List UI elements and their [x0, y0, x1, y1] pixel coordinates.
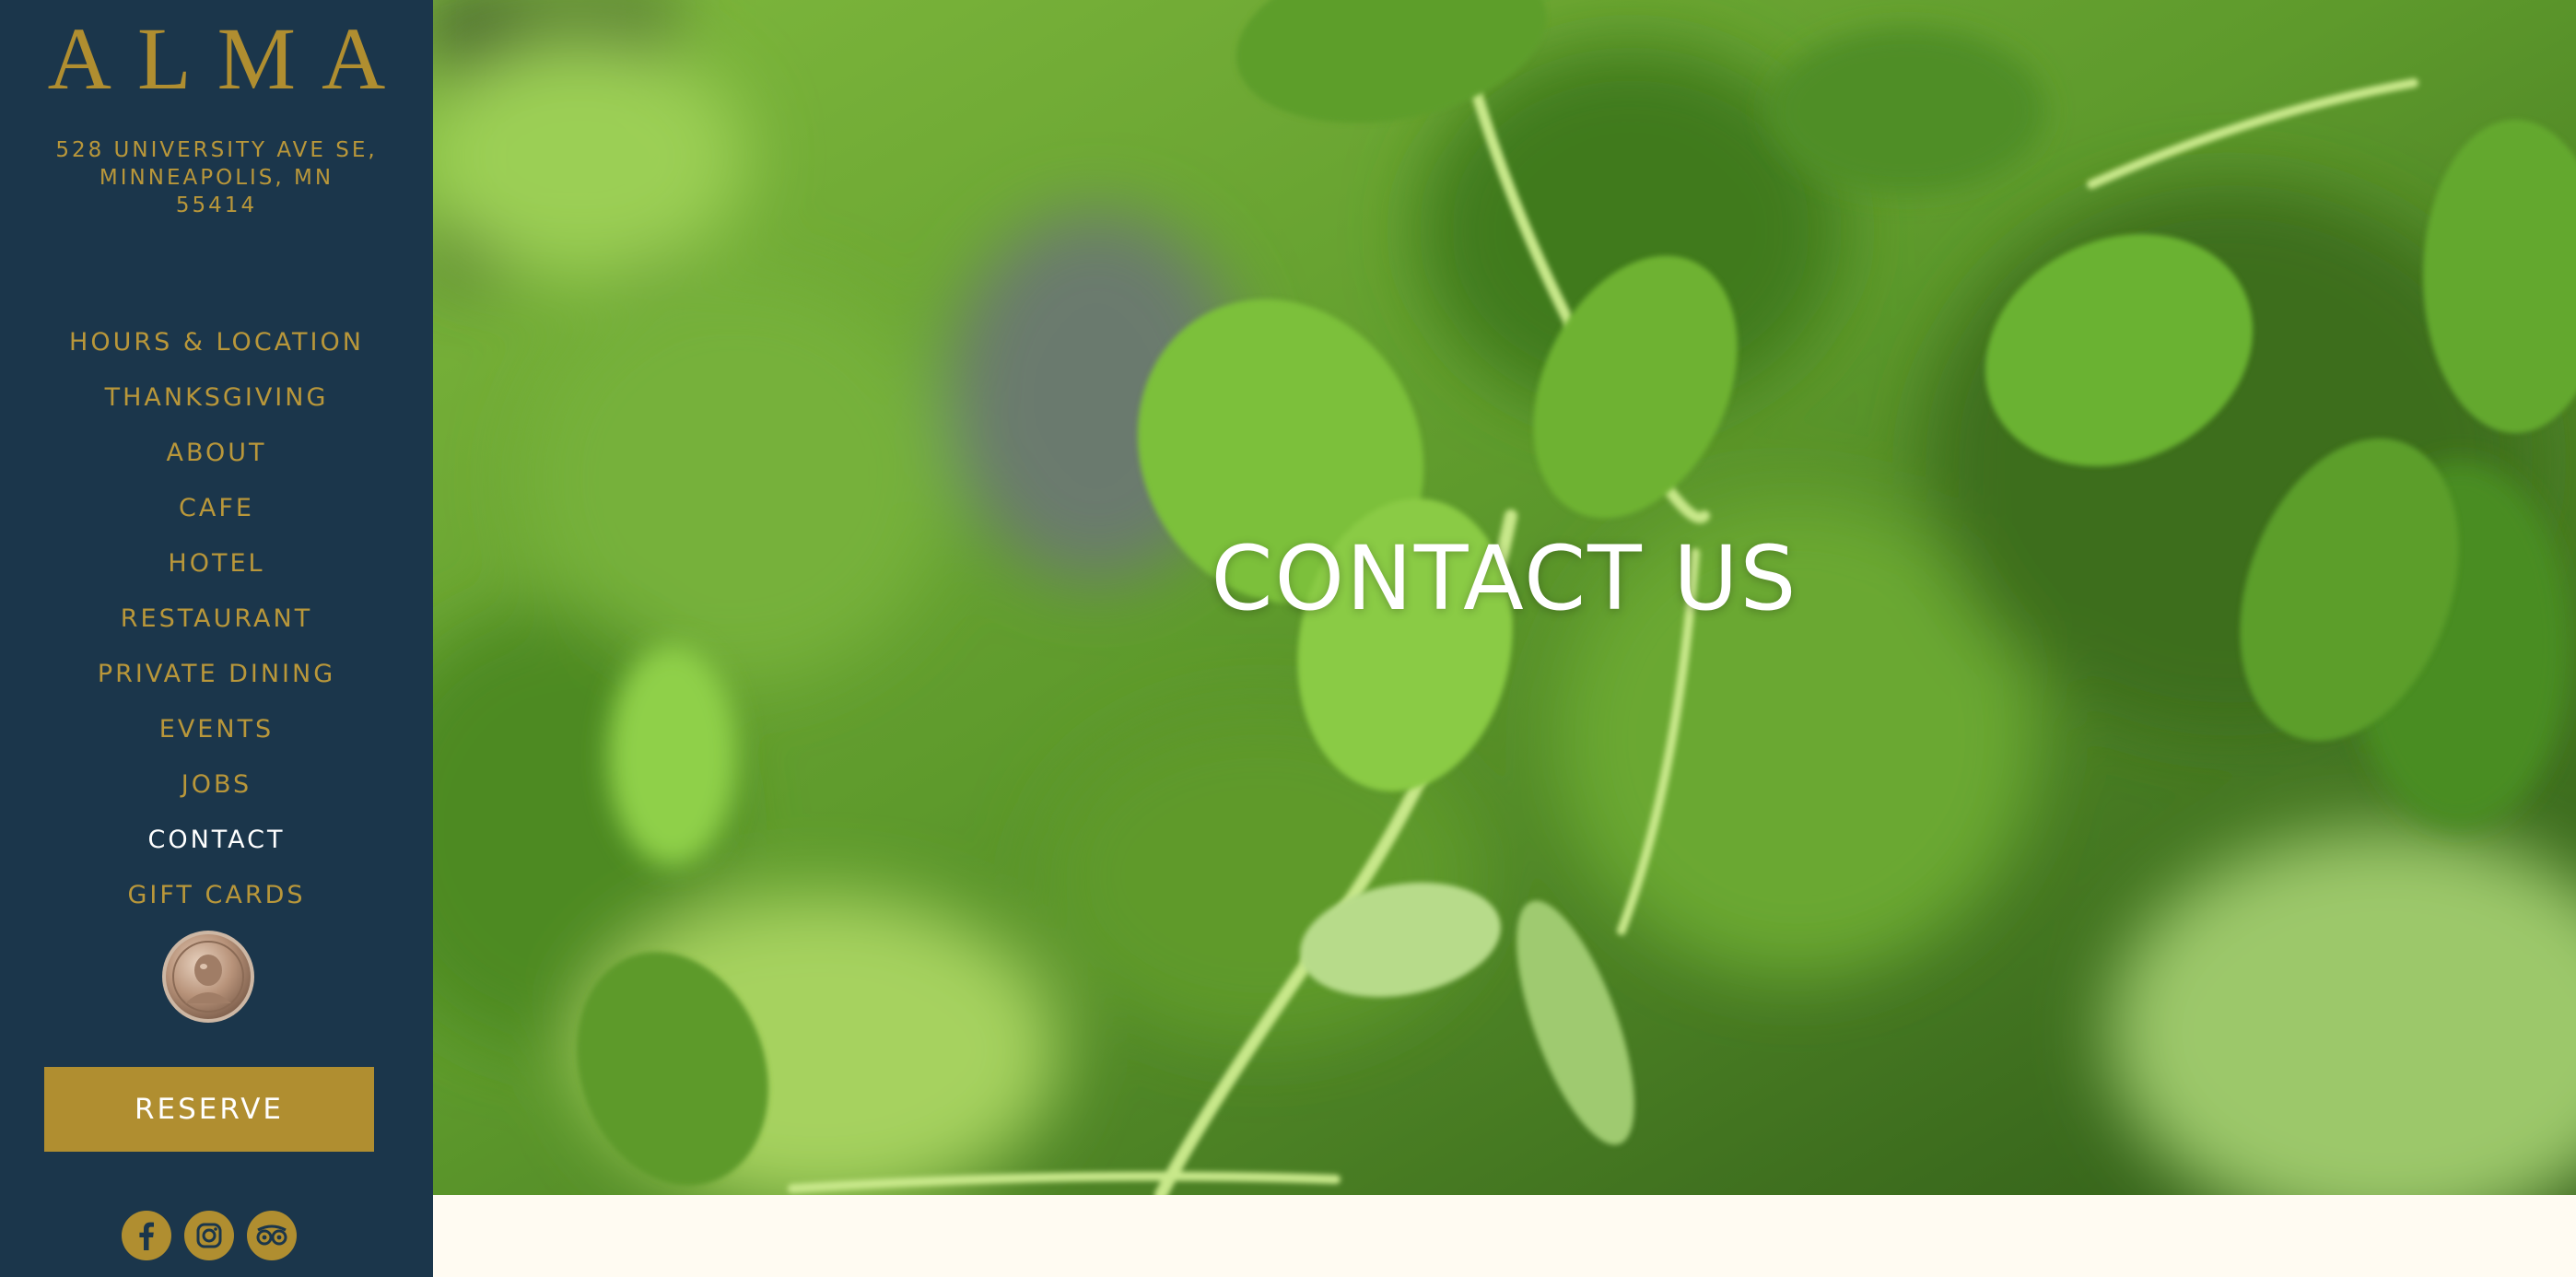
- nav-item-events[interactable]: EVENTS: [0, 709, 433, 765]
- tripadvisor-icon[interactable]: [247, 1211, 297, 1260]
- address-line-2: MINNEAPOLIS, MN: [99, 166, 334, 190]
- social-links: [122, 1211, 306, 1260]
- nav-item-hotel[interactable]: HOTEL: [0, 544, 433, 599]
- page-title: CONTACT US: [1211, 527, 1798, 630]
- nav-item-cafe[interactable]: CAFE: [0, 488, 433, 544]
- address: 528 UNIVERSITY AVE SE, MINNEAPOLIS, MN 5…: [37, 136, 396, 219]
- sidebar: ALMA 528 UNIVERSITY AVE SE, MINNEAPOLIS,…: [0, 0, 433, 1277]
- james-beard-medal-icon[interactable]: [161, 930, 255, 1024]
- nav-item-about[interactable]: ABOUT: [0, 433, 433, 488]
- nav-item-contact[interactable]: CONTACT: [0, 820, 433, 875]
- hero-banner: CONTACT US: [433, 0, 2576, 1195]
- address-line-1: 528 UNIVERSITY AVE SE,: [55, 138, 378, 162]
- reserve-button[interactable]: RESERVE: [44, 1067, 374, 1152]
- logo[interactable]: ALMA: [0, 13, 433, 105]
- nav-item-restaurant[interactable]: RESTAURANT: [0, 599, 433, 654]
- instagram-icon[interactable]: [184, 1211, 234, 1260]
- nav-item-thanksgiving[interactable]: THANKSGIVING: [0, 378, 433, 433]
- main-nav: HOURS & LOCATION THANKSGIVING ABOUT CAFE…: [0, 322, 433, 931]
- nav-item-jobs[interactable]: JOBS: [0, 765, 433, 820]
- nav-item-gift-cards[interactable]: GIFT CARDS: [0, 875, 433, 931]
- nav-item-private-dining[interactable]: PRIVATE DINING: [0, 654, 433, 709]
- nav-item-hours-location[interactable]: HOURS & LOCATION: [0, 322, 433, 378]
- address-line-3: 55414: [175, 193, 258, 217]
- facebook-icon[interactable]: [122, 1211, 171, 1260]
